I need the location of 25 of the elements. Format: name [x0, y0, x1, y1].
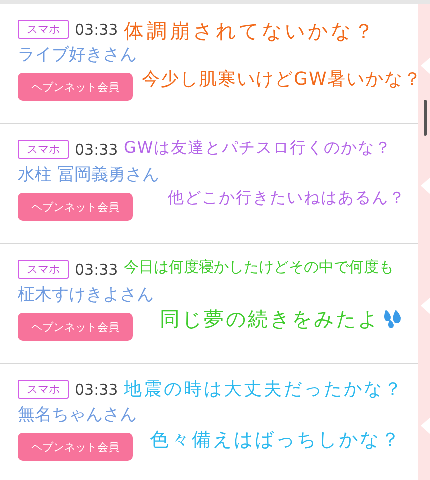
handwritten-message: 今日は何度寝かしたけどその中で何度も [124, 258, 394, 278]
device-tag: スマホ [18, 380, 69, 399]
device-tag: スマホ [18, 20, 69, 39]
device-tag: スマホ [18, 260, 69, 279]
handwritten-message: GWは友達とパチスロ行くのかな？ [124, 138, 392, 159]
user-name[interactable]: 無名ちゃんさん [18, 403, 418, 426]
scrollbar[interactable] [424, 100, 427, 136]
handwritten-message: 同じ夢の続きをみたよ [160, 306, 406, 332]
member-button[interactable]: ヘブンネット会員 [18, 313, 133, 341]
handwritten-message: 地震の時は大丈夫だったかな？ [124, 378, 404, 402]
post-time: 03:33 [75, 380, 118, 398]
handwritten-message: 色々備えはばっちしかな？ [150, 428, 402, 453]
post-time: 03:33 [75, 20, 118, 38]
user-name[interactable]: 水柱 冨岡義勇さん [18, 163, 418, 186]
member-button[interactable]: ヘブンネット会員 [18, 193, 133, 221]
member-button[interactable]: ヘブンネット会員 [18, 433, 133, 461]
handwritten-message: 今少し肌寒いけどGW暑いかな？ [142, 68, 423, 92]
user-name[interactable]: ライブ好きさん [18, 43, 418, 66]
handwritten-message: 他どこか行きたいねはあるん？ [168, 188, 406, 209]
post-time: 03:33 [75, 140, 118, 158]
handwritten-message: 体調崩されてないかな？ [124, 18, 377, 44]
device-tag: スマホ [18, 140, 69, 159]
user-name[interactable]: 柾木すけきよさん [18, 283, 418, 306]
member-button[interactable]: ヘブンネット会員 [18, 73, 133, 101]
post-time: 03:33 [75, 260, 118, 278]
